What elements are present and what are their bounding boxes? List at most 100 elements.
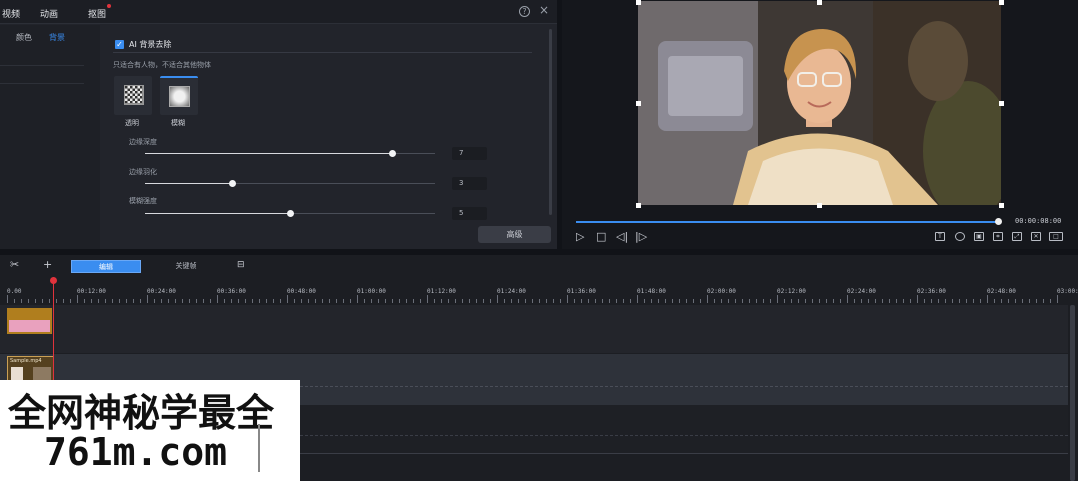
ruler-tick [980, 299, 981, 303]
ruler-tick [903, 299, 904, 303]
stop-icon[interactable]: □ [596, 231, 606, 242]
resize-handle[interactable] [636, 203, 641, 208]
expand-icon[interactable]: ✕ [1031, 232, 1041, 241]
ruler-tick [658, 299, 659, 303]
ruler-tick [469, 299, 470, 303]
ruler-tick [672, 299, 673, 303]
ruler-label: 01:36:00 [567, 288, 596, 295]
split-icon[interactable]: ✂ [10, 259, 19, 271]
volume-icon[interactable]: ▣ [974, 232, 984, 241]
resize-handle[interactable] [999, 101, 1004, 106]
ruler-tick [966, 299, 967, 303]
ruler-tick [224, 299, 225, 303]
tab-cutout[interactable]: 抠图 [88, 4, 112, 20]
divider [0, 83, 84, 84]
tab-animation[interactable]: 动画 [40, 7, 58, 20]
ruler-tick [196, 299, 197, 303]
ruler-tick [462, 299, 463, 303]
edge-feather-slider[interactable] [145, 180, 435, 187]
ruler-tick [882, 299, 883, 303]
resize-handle[interactable] [817, 203, 822, 208]
ratio-icon[interactable]: □ [1049, 232, 1063, 241]
mode-blur-label: 模糊 [171, 119, 185, 127]
preview-progress-knob[interactable] [995, 218, 1002, 225]
ruler-tick [952, 299, 953, 303]
ruler-tick [35, 299, 36, 303]
ruler-label: 01:48:00 [637, 288, 666, 295]
ruler-tick [455, 299, 456, 303]
ruler-tick [329, 299, 330, 303]
ruler-tick [826, 299, 827, 303]
crop-icon[interactable]: ⌗ [993, 232, 1003, 241]
prev-frame-icon[interactable]: ◁| [616, 231, 628, 242]
ruler-tick [154, 299, 155, 303]
ruler-tick [7, 295, 8, 303]
blur-strength-slider[interactable] [145, 210, 435, 217]
edge-depth-slider[interactable] [145, 150, 435, 157]
help-icon[interactable]: ? [519, 6, 530, 17]
caption-icon[interactable]: ⊟ [237, 259, 245, 271]
ruler-tick [497, 295, 498, 303]
close-icon[interactable]: × [539, 4, 549, 16]
time-ruler[interactable]: 0.00 00:12:00 00:24:00 00:36:00 00:48:00 01:0… [0, 285, 1078, 305]
ruler-tick [133, 299, 134, 303]
ai-background-checkbox[interactable]: ✓ [115, 40, 124, 49]
resize-handle[interactable] [636, 101, 641, 106]
ruler-tick [1001, 299, 1002, 303]
tab-keyframe[interactable]: 关键帧 [151, 260, 221, 273]
mode-transparent[interactable] [114, 76, 152, 115]
slider-knob[interactable] [287, 210, 294, 217]
properties-scrollbar[interactable] [549, 29, 552, 215]
slider-knob[interactable] [388, 150, 396, 157]
ruler-tick [504, 299, 505, 303]
tab-edit[interactable]: 编辑 [71, 260, 141, 273]
ai-background-label: AI 背景去除 [129, 40, 172, 49]
ruler-tick [315, 299, 316, 303]
mode-blur[interactable] [160, 76, 198, 115]
blur-strength-value[interactable]: 5 [452, 207, 487, 220]
edge-depth-value[interactable]: 7 [452, 147, 487, 160]
ruler-tick [63, 299, 64, 303]
ruler-tick [595, 299, 596, 303]
add-icon[interactable]: + [43, 259, 52, 271]
ruler-tick [518, 299, 519, 303]
preview-progress-bar[interactable] [576, 221, 998, 223]
resize-handle[interactable] [636, 0, 641, 5]
ruler-tick [483, 299, 484, 303]
playhead-handle[interactable] [50, 277, 57, 284]
ruler-tick [539, 299, 540, 303]
ruler-tick [308, 299, 309, 303]
play-icon[interactable]: ▷ [576, 231, 584, 242]
ruler-tick [665, 299, 666, 303]
ruler-tick [280, 299, 281, 303]
sub-tab-background[interactable]: 背景 [49, 32, 65, 43]
ruler-tick [245, 299, 246, 303]
resize-handle[interactable] [999, 203, 1004, 208]
next-frame-icon[interactable]: |▷ [635, 231, 647, 242]
ruler-tick [749, 299, 750, 303]
advanced-button[interactable]: 高级 [478, 226, 551, 243]
ruler-tick [644, 299, 645, 303]
snapshot-icon[interactable] [955, 232, 965, 241]
video-frame[interactable] [638, 1, 1001, 205]
ruler-tick [1036, 299, 1037, 303]
ruler-tick [70, 299, 71, 303]
ruler-tick [203, 299, 204, 303]
ruler-tick [581, 299, 582, 303]
timeline-toolbar: ✂ + 编辑 关键帧 ⊟ [0, 255, 1078, 277]
ruler-tick [553, 299, 554, 303]
fullscreen-icon[interactable]: ⤢ [1012, 232, 1022, 241]
text-icon[interactable]: T [935, 232, 945, 241]
timeline-scrollbar[interactable] [1070, 305, 1075, 481]
ruler-tick [693, 299, 694, 303]
resize-handle[interactable] [999, 0, 1004, 5]
tab-video[interactable]: 视频 [2, 7, 20, 20]
edge-feather-value[interactable]: 3 [452, 177, 487, 190]
ruler-tick [399, 299, 400, 303]
ruler-tick [147, 295, 148, 303]
slider-knob[interactable] [229, 180, 236, 187]
resize-handle[interactable] [817, 0, 822, 5]
audio-clip[interactable] [7, 308, 52, 334]
sub-tab-color[interactable]: 颜色 [16, 32, 32, 43]
ruler-tick [840, 299, 841, 303]
